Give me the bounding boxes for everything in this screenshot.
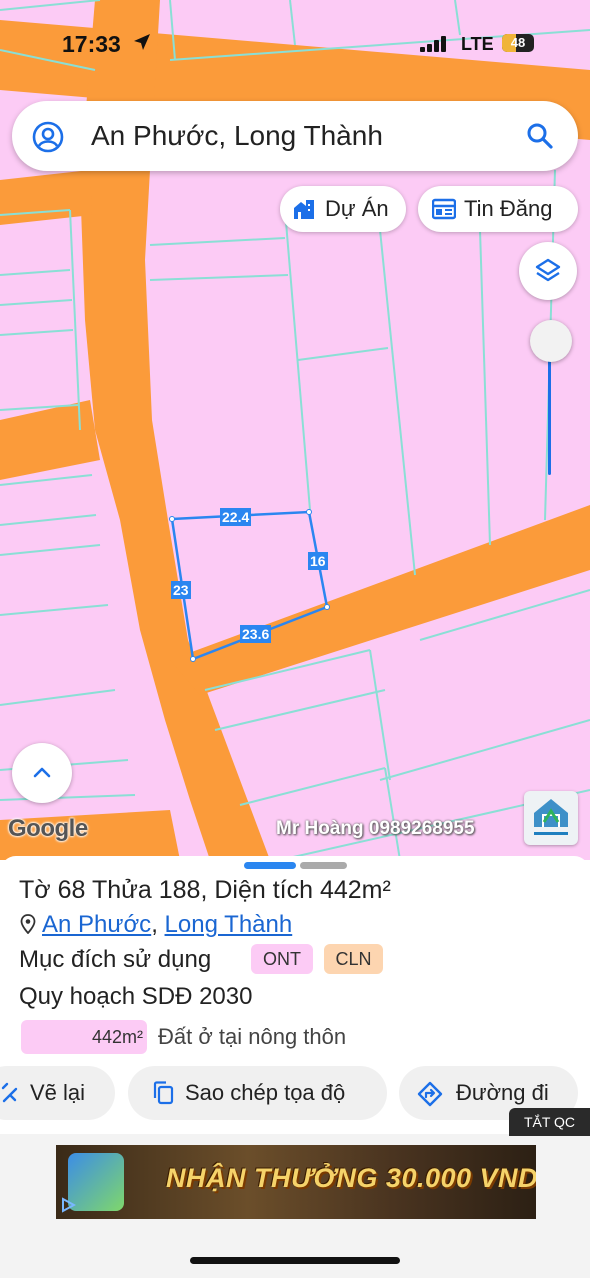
layers-icon (535, 258, 561, 282)
edge-length-top: 22.4 (220, 508, 252, 526)
building-icon (294, 200, 314, 219)
plan-label: Quy hoạch SDĐ 2030 (19, 983, 253, 1010)
house-logo-icon (534, 799, 568, 835)
opacity-slider-handle[interactable] (530, 320, 572, 362)
plan-area-value: 442m² (91, 1027, 143, 1047)
plan-area-swatch: 442m² (21, 1020, 147, 1054)
project-label: Dự Án (325, 196, 389, 221)
directions-icon (417, 1081, 443, 1107)
ad-banner-text: NHẬN THƯỞNG 30.000 VND (166, 1163, 536, 1193)
project-button[interactable]: Dự Án (280, 186, 406, 232)
watermark-text: Mr Hoàng 0989268955 (276, 818, 475, 839)
location-line: An Phước, Long Thành (20, 911, 292, 939)
redraw-label: Vẽ lại (30, 1080, 86, 1105)
tag-ont: ONT (251, 944, 313, 974)
opacity-slider-track[interactable] (548, 350, 551, 475)
edge-length-right: 16 (308, 552, 328, 570)
battery-level: 48 (510, 35, 526, 50)
parcel-label: Thửa (91, 876, 152, 904)
account-icon[interactable] (32, 121, 64, 153)
sheet-page-indicator-active[interactable] (244, 862, 296, 869)
sheet-page-indicator[interactable] (300, 862, 347, 869)
listing-button[interactable]: Tin Đăng (418, 186, 578, 232)
district-link[interactable]: Long Thành (165, 911, 293, 938)
close-ad-button[interactable]: TẮT QC (509, 1108, 590, 1136)
tag-cln: CLN (324, 944, 383, 974)
sheet-label: Tờ (19, 876, 51, 904)
ad-banner[interactable]: NHẬN THƯỞNG 30.000 VND (56, 1145, 536, 1219)
search-icon[interactable] (526, 122, 554, 150)
copy-coordinates-button[interactable]: Sao chép tọa độ (128, 1066, 387, 1120)
area-value: 442m² (319, 876, 391, 904)
purpose-label: Mục đích sử dụng (19, 946, 212, 973)
area-label: Diện tích (214, 876, 314, 904)
parcel-number: 188 (158, 876, 201, 904)
location-arrow-icon (134, 34, 150, 50)
network-type: LTE (461, 34, 494, 54)
listing-label: Tin Đăng (464, 196, 553, 221)
battery-icon: 48 (502, 34, 534, 52)
google-logo: Google (8, 815, 88, 842)
plan-land-type: Đất ở tại nông thôn (158, 1024, 347, 1049)
chevron-up-icon (33, 767, 51, 778)
search-query[interactable]: An Phước, Long Thành (91, 120, 383, 152)
edge-length-bottom: 23.6 (240, 625, 272, 643)
brand-logo[interactable] (524, 791, 578, 845)
clock: 17:33 (62, 31, 121, 57)
listing-icon (432, 198, 456, 220)
edge-length-left: 23 (171, 581, 191, 599)
play-icon (62, 1197, 76, 1213)
map-view[interactable]: 22.4 16 23.6 23 17:33 LTE 48 An Phước, L… (0, 0, 590, 860)
search-bar[interactable]: An Phước, Long Thành (12, 101, 578, 171)
copy-coordinates-label: Sao chép tọa độ (185, 1080, 346, 1105)
location-pin-icon (20, 914, 36, 935)
layers-button[interactable] (519, 242, 577, 300)
signal-icon (420, 36, 446, 52)
game-icon (68, 1153, 124, 1211)
expand-up-button[interactable] (12, 743, 72, 803)
redraw-button[interactable]: Vẽ lại (0, 1066, 115, 1120)
parcel-title: Tờ 68 Thửa 188, Diện tích 442m² (19, 876, 391, 904)
copy-icon (153, 1081, 174, 1105)
commune-link[interactable]: An Phước (42, 911, 151, 938)
redraw-icon (1, 1082, 18, 1103)
home-indicator[interactable] (190, 1257, 400, 1264)
sheet-number: 68 (57, 876, 86, 904)
status-bar: 17:33 LTE 48 (0, 28, 590, 62)
